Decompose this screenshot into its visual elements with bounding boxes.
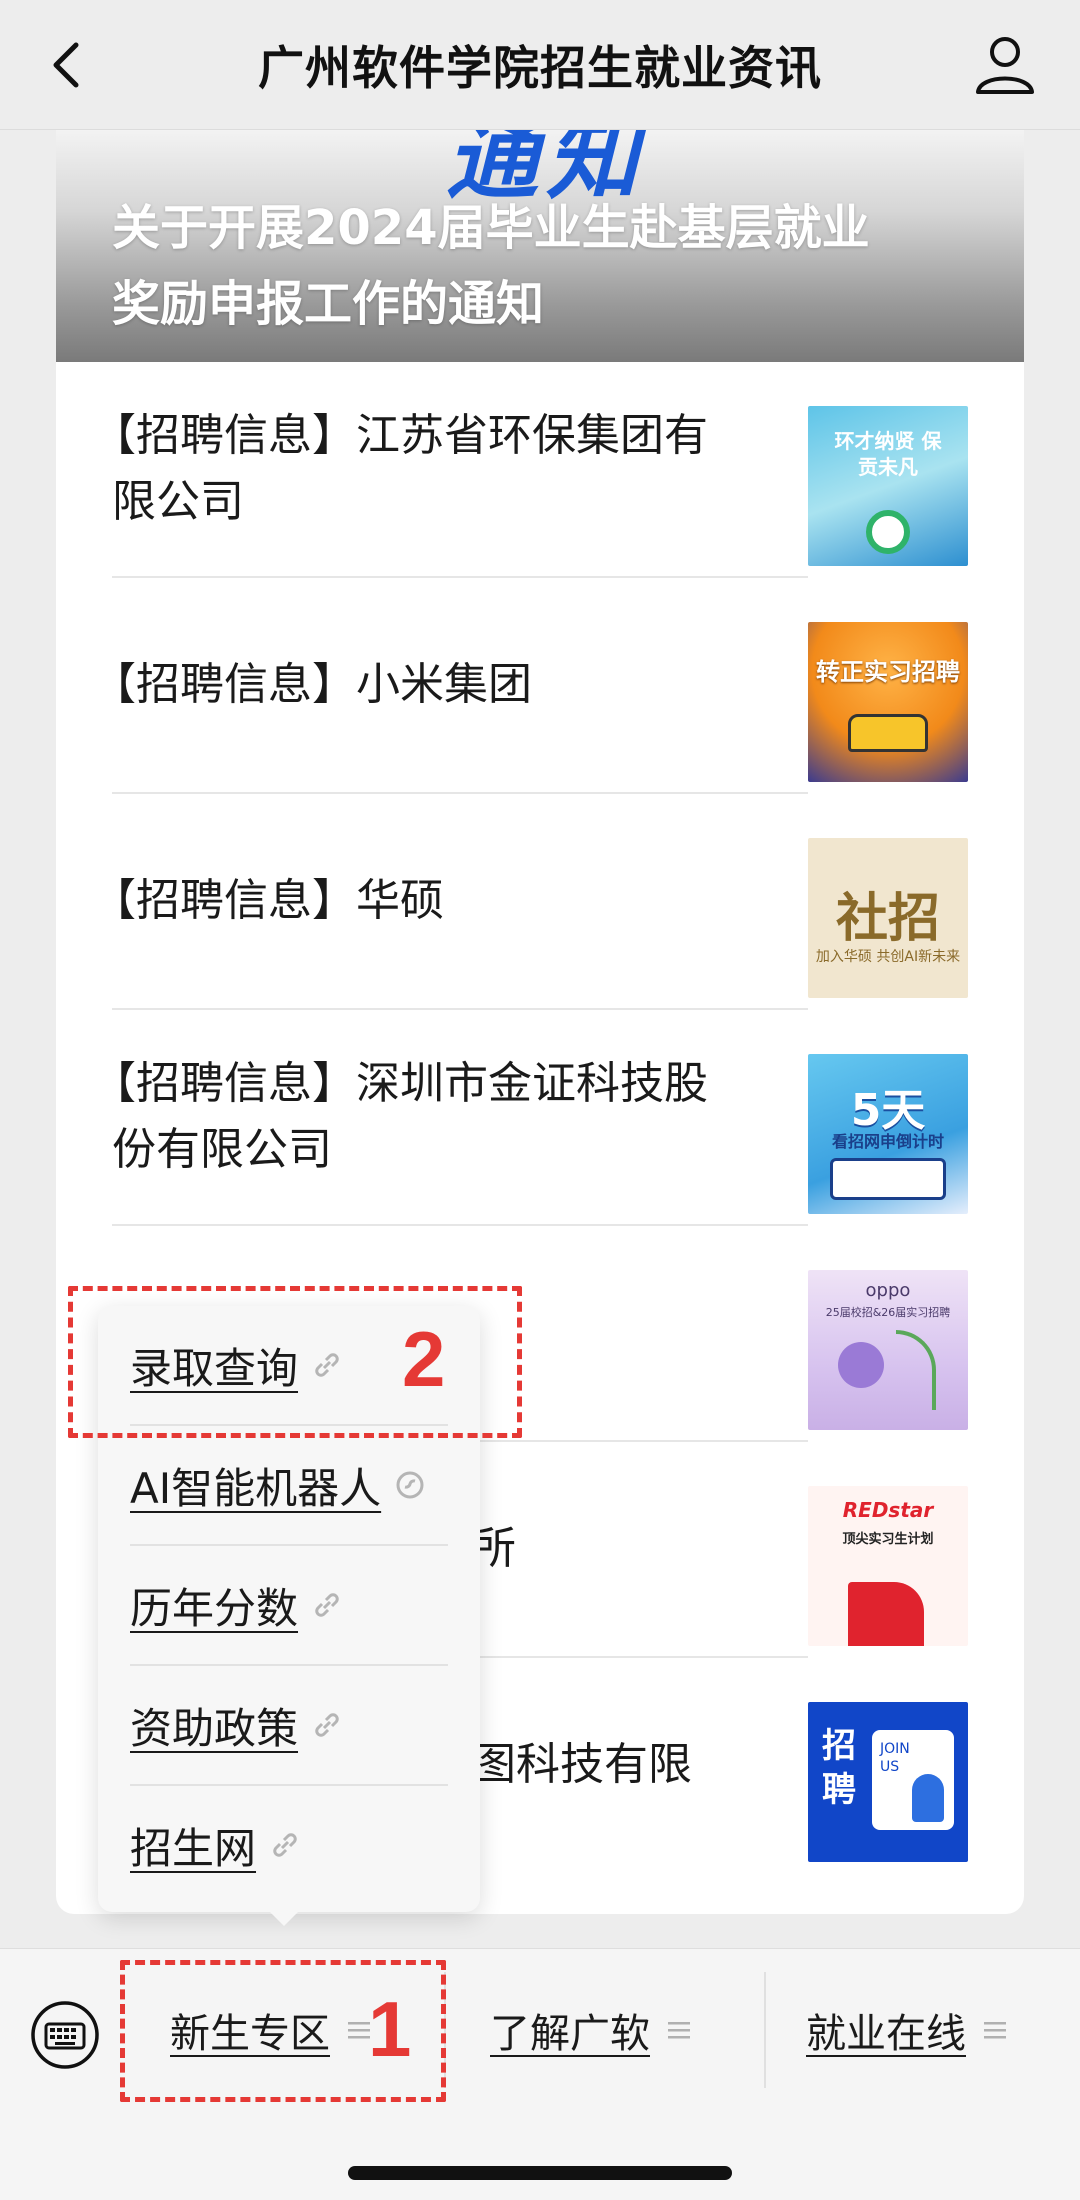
thumbnail-text: REDstar xyxy=(842,1498,934,1522)
menu-item-label: 招生网 xyxy=(130,1823,257,1873)
menu-item-admissions-site[interactable]: 招生网 xyxy=(130,1786,448,1904)
tab-employment-online[interactable]: 就业在线 xyxy=(756,1980,1056,2080)
article-title-line1: 【招聘信息】华硕 xyxy=(92,875,444,926)
banner-title-line1: 关于开展2024届毕业生赴基层就业 xyxy=(112,200,870,256)
article-thumbnail: 社招 加入华硕 共创AI新未来 xyxy=(808,838,968,998)
flower-shape xyxy=(838,1342,884,1388)
menu-item-financial-aid[interactable]: 资助政策 xyxy=(130,1666,448,1784)
annotation-number-2: 2 xyxy=(402,1315,446,1403)
article-title: 【招聘信息】华硕 xyxy=(92,794,792,1008)
annotation-box-2 xyxy=(68,1286,522,1438)
back-arrow-icon[interactable] xyxy=(40,35,100,95)
keyboard-icon[interactable] xyxy=(30,2000,100,2070)
miniprogram-icon xyxy=(396,1471,424,1499)
list-item[interactable]: 【招聘信息】深圳市金证科技股 份有限公司 5天 看招网申倒计时 xyxy=(56,1010,1024,1226)
link-icon xyxy=(273,1833,297,1857)
list-item[interactable]: 【招聘信息】华硕 社招 加入华硕 共创AI新未来 xyxy=(56,794,1024,1010)
menu-item-past-scores[interactable]: 历年分数 xyxy=(130,1546,448,1664)
tab-label: 就业在线 xyxy=(806,2011,966,2057)
red-b-shape xyxy=(848,1582,924,1646)
thumbnail-subtext: 顶尖实习生计划 xyxy=(842,1532,934,1547)
banner-title: 关于开展2024届毕业生赴基层就业 奖励申报工作的通知 xyxy=(112,190,992,342)
banner-title-line2: 奖励申报工作的通知 xyxy=(112,276,545,332)
thumbnail-subtext: JOIN US xyxy=(880,1741,910,1775)
article-thumbnail: 转正实习招聘 xyxy=(808,622,968,782)
menu-item-label: AI智能机器人 xyxy=(130,1463,382,1513)
thumbnail-subtext: 看招网申倒计时 xyxy=(831,1132,944,1151)
menu-item-ai-robot[interactable]: AI智能机器人 xyxy=(130,1426,448,1544)
menu-item-label: 历年分数 xyxy=(130,1583,299,1633)
logo-circle xyxy=(866,510,910,554)
page-title: 广州软件学院招生就业资讯 xyxy=(258,40,822,95)
thumbnail-text: 招聘 xyxy=(822,1726,856,1810)
thumbnail-text: 社招 xyxy=(835,889,940,949)
article-title: 【招聘信息】江苏省环保集团有 限公司 xyxy=(92,362,792,576)
article-title: 【招聘信息】小米集团 xyxy=(92,578,792,792)
article-thumbnail: REDstar 顶尖实习生计划 xyxy=(808,1486,968,1646)
article-thumbnail: 招聘 JOIN US xyxy=(808,1702,968,1862)
thumbnail-text: 环才纳贤 保贡未凡 xyxy=(834,429,942,479)
tab-about-school[interactable]: 了解广软 xyxy=(440,1980,740,2080)
list-item[interactable]: 【招聘信息】小米集团 转正实习招聘 xyxy=(56,578,1024,794)
link-icon xyxy=(315,1713,339,1737)
article-title-line2: 份有限公司 xyxy=(112,1124,332,1175)
top-navbar: 广州软件学院招生就业资讯 xyxy=(0,0,1080,130)
person-figure xyxy=(912,1774,944,1822)
menu-lines-icon xyxy=(984,2022,1006,2039)
article-title-line2: 限公司 xyxy=(112,476,244,527)
article-title-line1: 【招聘信息】小米集团 xyxy=(92,659,532,710)
thumbnail-text: oppo xyxy=(865,1280,911,1301)
article-thumbnail: 5天 看招网申倒计时 xyxy=(808,1054,968,1214)
article-thumbnail: oppo 25届校招&26届实习招聘 xyxy=(808,1270,968,1430)
list-item[interactable]: 【招聘信息】江苏省环保集团有 限公司 环才纳贤 保贡未凡 xyxy=(56,362,1024,578)
thumbnail-subtext: 加入华硕 共创AI新未来 xyxy=(815,949,961,965)
stem-shape xyxy=(896,1330,936,1410)
thumbnail-panel xyxy=(830,1158,946,1200)
article-title-line1: 【招聘信息】深圳市金证科技股 xyxy=(92,1058,708,1109)
article-title: 【招聘信息】深圳市金证科技股 份有限公司 xyxy=(92,1010,792,1224)
menu-item-label: 资助政策 xyxy=(130,1703,299,1753)
annotation-number-1: 1 xyxy=(368,1985,412,2073)
home-indicator xyxy=(348,2166,732,2180)
article-thumbnail: 环才纳贤 保贡未凡 xyxy=(808,406,968,566)
featured-banner[interactable]: 通知 关于开展2024届毕业生赴基层就业 奖励申报工作的通知 xyxy=(56,130,1024,362)
thumbnail-text: 转正实习招聘 xyxy=(816,658,960,686)
tab-label: 了解广软 xyxy=(490,2011,650,2057)
menu-lines-icon xyxy=(668,2022,690,2039)
user-profile-icon[interactable] xyxy=(970,30,1040,100)
article-title-line1: 【招聘信息】江苏省环保集团有 xyxy=(92,410,708,461)
car-shape xyxy=(848,714,928,752)
thumbnail-subtext: 25届校招&26届实习招聘 xyxy=(825,1306,951,1319)
link-icon xyxy=(315,1593,339,1617)
